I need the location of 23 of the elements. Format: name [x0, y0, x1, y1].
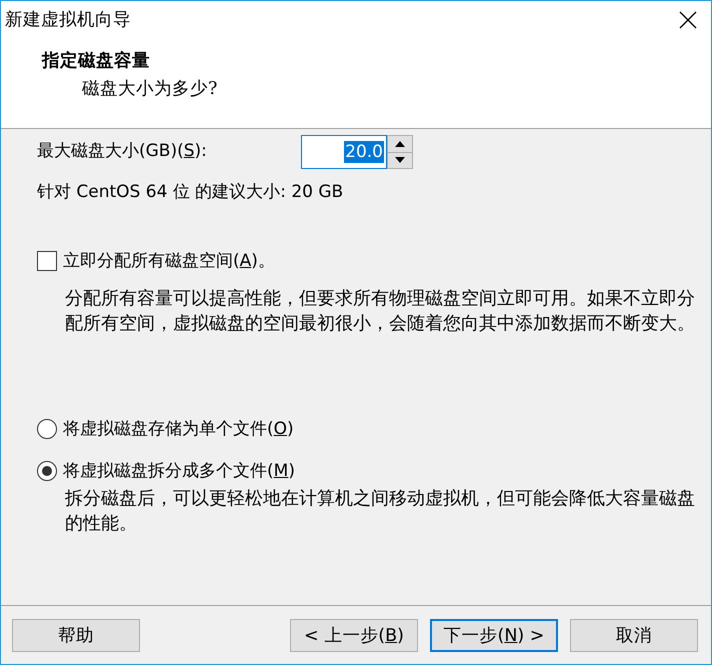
wizard-button[interactable]: < 上一步(B) [290, 619, 418, 652]
page-heading: 指定磁盘容量 [42, 50, 150, 73]
wizard-button[interactable]: 帮助 [12, 619, 140, 652]
wizard-button[interactable]: 下一步(N) > [430, 619, 558, 652]
wizard-button[interactable]: 取消 [570, 619, 698, 652]
description-text: 分配所有容量可以提高性能，但要求所有物理磁盘空间立即可用。如果不立即分配所有空间，虚拟磁盘的空间最初很小，会随着您向其中添加数据而不断变大。 [65, 287, 696, 336]
radio-label[interactable]: 将虚拟磁盘拆分成多个文件(M) [63, 460, 295, 482]
page-subtitle: 磁盘大小为多少? [82, 78, 218, 101]
checkbox-label[interactable]: 立即分配所有磁盘空间(A)。 [63, 250, 275, 272]
recommended-size-text: 针对 CentOS 64 位 的建议大小: 20 GB [37, 181, 344, 203]
radio-button[interactable] [37, 419, 57, 439]
allocate-checkbox[interactable] [37, 251, 57, 271]
window-title: 新建虚拟机向导 [5, 9, 131, 32]
caret-up-icon [395, 140, 405, 147]
close-icon[interactable] [679, 11, 697, 29]
disk-size-label: 最大磁盘大小(GB)(S): [37, 140, 207, 164]
radio-button[interactable] [37, 461, 57, 481]
description-text: 拆分磁盘后，可以更轻松地在计算机之间移动虚拟机，但可能会降低大容量磁盘的性能。 [65, 487, 696, 536]
caret-down-icon [395, 157, 405, 164]
disk-size-field[interactable]: 20.0 [301, 135, 387, 169]
spin-up-button[interactable] [387, 135, 413, 152]
spin-down-button[interactable] [387, 152, 413, 169]
radio-label[interactable]: 将虚拟磁盘存储为单个文件(O) [63, 418, 294, 440]
